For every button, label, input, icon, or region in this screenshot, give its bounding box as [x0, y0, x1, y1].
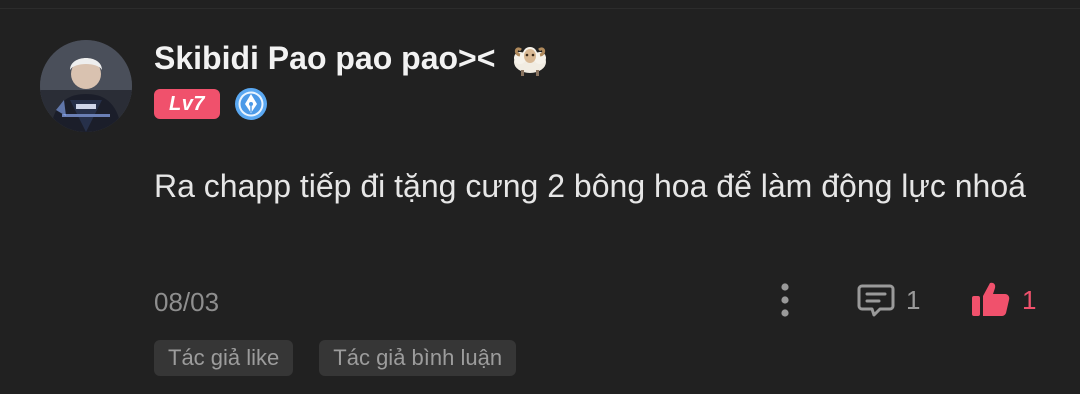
- comment-tags: Tác giả like Tác giả bình luận: [154, 340, 542, 376]
- comment-text: Ra chapp tiếp đi tặng cưng 2 bông hoa để…: [154, 168, 1026, 204]
- avatar-image: [40, 40, 132, 132]
- author-name[interactable]: Skibidi Pao pao pao><: [154, 36, 495, 80]
- comment-item: Skibidi Pao pao pao>< Lv7 Ra chapp tiếp …: [0, 0, 1080, 394]
- reply-count: 1: [906, 284, 921, 315]
- tag-author-replied: Tác giả bình luận: [319, 340, 517, 376]
- more-vertical-icon[interactable]: [770, 280, 800, 320]
- more-dots: [781, 283, 789, 317]
- avatar[interactable]: [40, 40, 132, 132]
- level-badge: Lv7: [154, 89, 220, 119]
- pen-nib-medal-icon: [235, 88, 267, 120]
- comment-date: 08/03: [154, 287, 220, 317]
- tag-author-liked: Tác giả like: [154, 340, 294, 376]
- thumbs-up-icon: [972, 282, 1010, 316]
- like-count: 1: [1022, 284, 1037, 315]
- sheep-icon: [514, 47, 546, 76]
- like-button[interactable]: 1: [970, 280, 1036, 320]
- author-badges: Lv7: [154, 88, 268, 120]
- reply-button[interactable]: 1: [856, 280, 920, 320]
- comment-icon: [857, 284, 895, 317]
